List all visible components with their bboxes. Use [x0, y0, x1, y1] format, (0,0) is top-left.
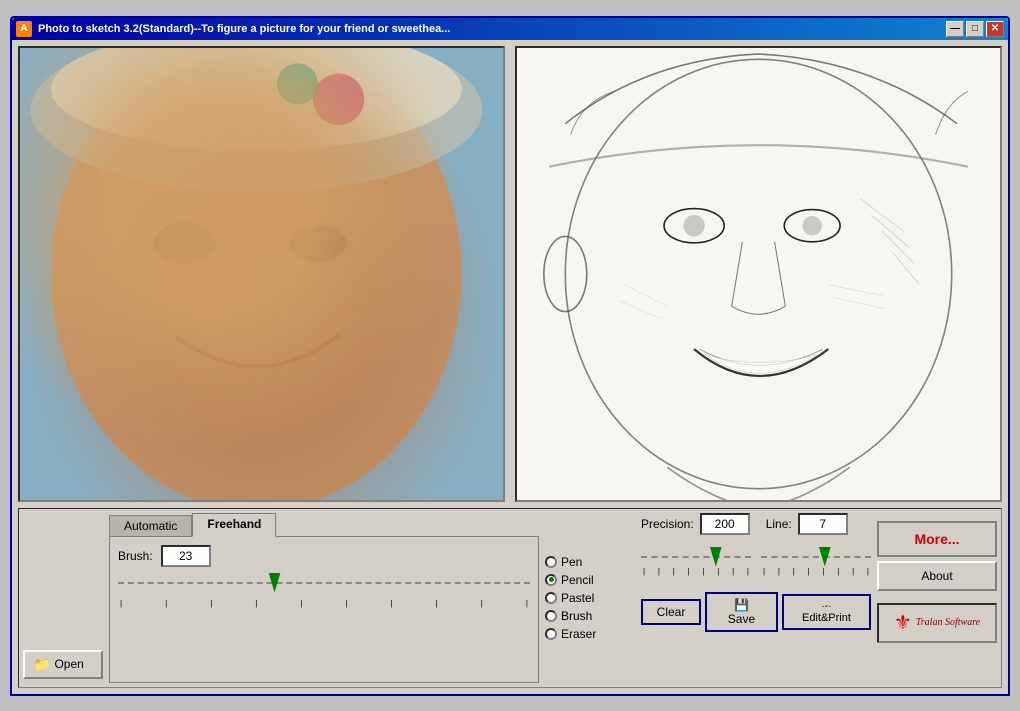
tool-pen[interactable]: Pen — [545, 555, 635, 569]
original-photo-panel — [18, 46, 505, 502]
save-icon: 💾 — [734, 598, 749, 612]
save-label: Save — [728, 612, 755, 626]
tab-freehand[interactable]: Freehand — [192, 513, 276, 537]
pastel-label: Pastel — [561, 591, 594, 605]
pen-radio[interactable] — [545, 556, 557, 568]
original-photo — [20, 48, 503, 500]
title-bar-buttons: — □ ✕ — [946, 21, 1004, 37]
window-title: Photo to sketch 3.2(Standard)--To figure… — [38, 23, 946, 35]
about-button[interactable]: About — [877, 561, 997, 591]
tool-eraser[interactable]: Eraser — [545, 627, 635, 641]
clear-button[interactable]: Clear — [641, 599, 701, 625]
edit-print-button[interactable]: ·-· Edit&Print — [782, 594, 871, 630]
sketch-output — [517, 48, 1000, 500]
brush-label: Brush: — [118, 549, 153, 563]
line-slider-line — [761, 556, 871, 558]
tabs-header: Automatic Freehand — [109, 513, 539, 537]
more-button[interactable]: More... — [877, 521, 997, 557]
line-group: Line: — [766, 513, 848, 535]
tool-pastel[interactable]: Pastel — [545, 591, 635, 605]
open-label: Open — [54, 657, 83, 671]
line-slider-track — [761, 547, 871, 567]
save-button[interactable]: 💾 Save — [705, 592, 778, 632]
brush-slider-track — [118, 573, 530, 593]
content-area: 📁 Open Automatic Freehand Brush: — [12, 40, 1008, 694]
tool-options: Pen Pencil Pastel Brush Eraser — [545, 513, 635, 683]
close-button[interactable]: ✕ — [986, 21, 1004, 37]
pencil-label: Pencil — [561, 573, 594, 587]
tabs-content: Brush: | | | | | | | — [109, 536, 539, 683]
minimize-button[interactable]: — — [946, 21, 964, 37]
logo-text: Tralan Software — [916, 616, 980, 629]
tool-brush[interactable]: Brush — [545, 609, 635, 623]
line-input[interactable] — [798, 513, 848, 535]
logo-icon: ⚜ — [894, 610, 912, 635]
open-button[interactable]: 📁 Open — [23, 650, 103, 679]
brush-input[interactable] — [161, 545, 211, 567]
tab-automatic[interactable]: Automatic — [109, 515, 192, 537]
line-label: Line: — [766, 517, 792, 531]
main-window: A Photo to sketch 3.2(Standard)--To figu… — [10, 16, 1010, 696]
pencil-radio[interactable] — [545, 574, 557, 586]
brush-label-tool: Brush — [561, 609, 592, 623]
edit-print-label: Edit&Print — [802, 612, 851, 624]
brush-radio[interactable] — [545, 610, 557, 622]
photo-svg — [20, 48, 503, 500]
right-buttons: More... About ⚜ Tralan Software — [877, 513, 997, 683]
pastel-radio[interactable] — [545, 592, 557, 604]
precision-slider-line — [641, 556, 751, 558]
images-row — [18, 46, 1002, 502]
precision-label: Precision: — [641, 517, 694, 531]
brush-row: Brush: — [118, 545, 530, 567]
pen-label: Pen — [561, 555, 582, 569]
tabs-section: Automatic Freehand Brush: — [109, 513, 539, 683]
precision-section: Precision: Line: — [641, 513, 871, 683]
open-section: 📁 Open — [23, 513, 103, 683]
eraser-label: Eraser — [561, 627, 596, 641]
prec-line-row: Precision: Line: — [641, 513, 871, 535]
brush-slider-line — [118, 582, 530, 584]
eraser-radio[interactable] — [545, 628, 557, 640]
app-icon: A — [16, 21, 32, 37]
tool-pencil[interactable]: Pencil — [545, 573, 635, 587]
logo-area: ⚜ Tralan Software — [877, 603, 997, 643]
sketch-output-panel — [515, 46, 1002, 502]
logo-line1: Tralan Software — [916, 616, 980, 629]
bottom-panel: 📁 Open Automatic Freehand Brush: — [18, 508, 1002, 688]
title-bar: A Photo to sketch 3.2(Standard)--To figu… — [12, 18, 1008, 40]
sketch-svg — [517, 48, 1000, 500]
maximize-button[interactable]: □ — [966, 21, 984, 37]
precision-slider-track — [641, 547, 751, 567]
folder-icon: 📁 — [33, 656, 50, 673]
precision-group: Precision: — [641, 513, 750, 535]
precision-input[interactable] — [700, 513, 750, 535]
editprint-icon: ·-· — [821, 601, 831, 612]
